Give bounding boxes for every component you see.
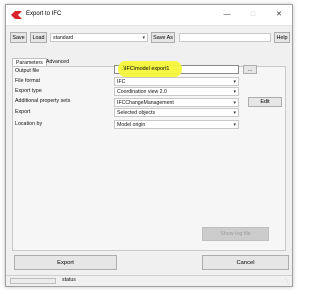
- chevron-down-icon: ▾: [142, 35, 145, 41]
- show-log-button[interactable]: Show log file: [202, 227, 269, 241]
- file-format-label: File format: [15, 78, 41, 84]
- location-by-label: Location by: [15, 121, 43, 127]
- export-type-label: Export type: [15, 88, 42, 94]
- title-bar: Export to IFC — □ ✕: [6, 5, 292, 26]
- output-file-value: .\IFC\model export1: [122, 66, 170, 72]
- export-button[interactable]: Export: [14, 255, 117, 270]
- help-button[interactable]: Help: [274, 32, 290, 43]
- chevron-down-icon: ▾: [233, 100, 236, 106]
- tab-parameters[interactable]: Parameters: [12, 58, 47, 66]
- resize-grip-icon[interactable]: ⋱: [285, 279, 290, 285]
- edit-property-sets-button[interactable]: Edit: [248, 97, 282, 107]
- close-icon[interactable]: ✕: [266, 5, 292, 25]
- export-ifc-dialog: Export to IFC — □ ✕ Save Load standard ▾…: [5, 4, 293, 287]
- output-file-label: Output file: [15, 68, 40, 74]
- save-as-name-input[interactable]: [179, 33, 271, 42]
- file-format-select[interactable]: IFC ▾: [114, 77, 239, 86]
- chevron-down-icon: ▾: [233, 110, 236, 116]
- chevron-down-icon: ▾: [233, 79, 236, 85]
- load-button[interactable]: Load: [30, 32, 47, 43]
- window-title: Export to IFC: [26, 11, 62, 17]
- status-progress: [10, 278, 56, 284]
- property-sets-value: IFCChangeManagement: [117, 99, 174, 106]
- property-sets-select[interactable]: IFCChangeManagement ▾: [114, 98, 239, 107]
- location-by-value: Model origin: [117, 121, 146, 128]
- minimize-icon[interactable]: —: [214, 5, 240, 25]
- app-icon: [11, 11, 22, 19]
- additional-property-sets-label: Additional property sets: [15, 98, 71, 104]
- export-label: Export: [15, 109, 31, 115]
- export-type-select[interactable]: Coordination view 2.0 ▾: [114, 87, 239, 96]
- cancel-button[interactable]: Cancel: [202, 255, 289, 270]
- config-value: standard: [53, 34, 74, 41]
- save-as-button[interactable]: Save As: [151, 32, 175, 43]
- export-type-value: Coordination view 2.0: [117, 88, 167, 95]
- export-select[interactable]: Selected objects ▾: [114, 108, 239, 117]
- config-select[interactable]: standard ▾: [50, 33, 148, 42]
- location-by-select[interactable]: Model origin ▾: [114, 120, 239, 129]
- chevron-down-icon: ▾: [233, 89, 236, 95]
- save-button[interactable]: Save: [10, 32, 27, 43]
- status-bar: status ⋱: [6, 275, 292, 286]
- export-value: Selected objects: [117, 109, 156, 116]
- browse-button[interactable]: ...: [243, 65, 257, 74]
- maximize-icon[interactable]: □: [240, 5, 266, 25]
- chevron-down-icon: ▾: [233, 122, 236, 128]
- tab-advanced[interactable]: Advanced: [43, 58, 72, 66]
- status-text: status: [62, 277, 76, 283]
- file-format-value: IFC: [117, 78, 126, 85]
